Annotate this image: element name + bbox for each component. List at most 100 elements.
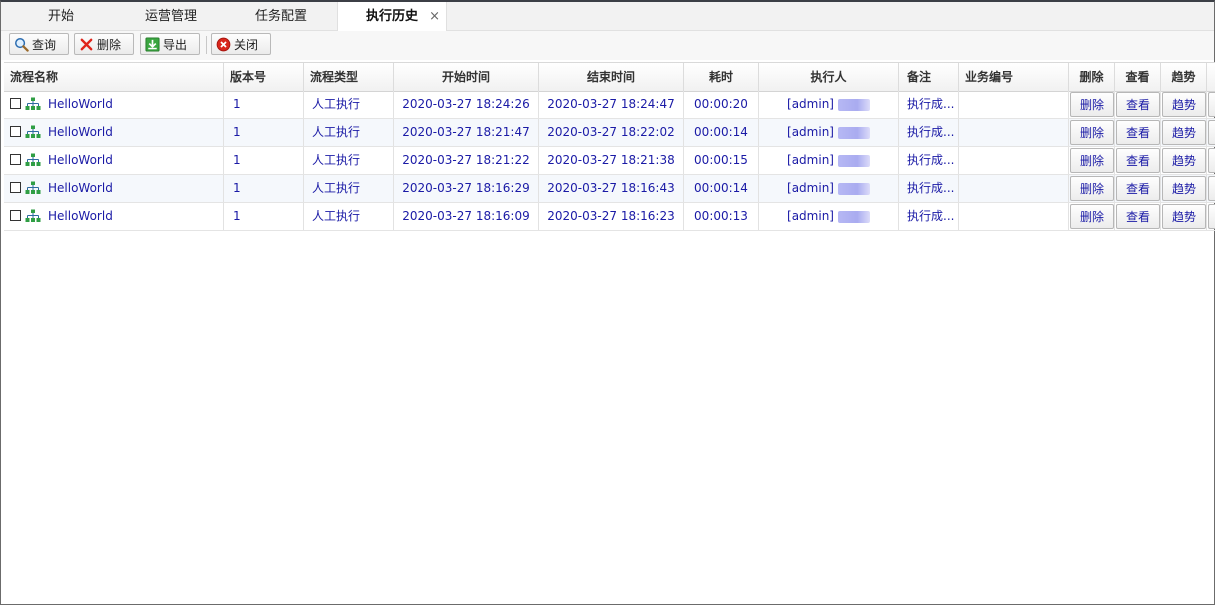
- col-type-header[interactable]: 流程类型: [304, 63, 394, 91]
- cell-name: HelloWorld: [4, 203, 224, 230]
- col-start-header[interactable]: 开始时间: [394, 63, 539, 91]
- org-chart-icon: [25, 209, 41, 222]
- tab-execution-history[interactable]: 执行历史 ×: [337, 2, 447, 31]
- flow-name-link[interactable]: HelloWorld: [48, 91, 113, 118]
- flow-name-link[interactable]: HelloWorld: [48, 203, 113, 230]
- col-delete-header[interactable]: 删除: [1069, 63, 1115, 91]
- col-version-header[interactable]: 版本号: [224, 63, 304, 91]
- table-row[interactable]: HelloWorld 1 人工执行 2020-03-27 18:24:26 20…: [4, 91, 1215, 119]
- table-row[interactable]: HelloWorld 1 人工执行 2020-03-27 18:16:29 20…: [4, 175, 1215, 203]
- close-button[interactable]: 关闭: [211, 33, 271, 55]
- flow-name-link[interactable]: HelloWorld: [48, 147, 113, 174]
- row-extra-button[interactable]: [1208, 92, 1215, 117]
- org-chart-icon: [25, 181, 41, 194]
- row-view-button[interactable]: 查看: [1116, 120, 1160, 145]
- cell-type: 人工执行: [304, 203, 394, 230]
- redacted-block: [837, 210, 870, 223]
- row-delete-button[interactable]: 删除: [1070, 148, 1114, 173]
- col-remark-header[interactable]: 备注: [899, 63, 959, 91]
- cell-view: 查看: [1115, 119, 1161, 146]
- row-extra-button[interactable]: [1208, 120, 1215, 145]
- row-view-button[interactable]: 查看: [1116, 148, 1160, 173]
- cell-trend: 趋势: [1161, 119, 1207, 146]
- col-bizno-header[interactable]: 业务编号: [959, 63, 1069, 91]
- search-icon: [15, 38, 29, 52]
- org-chart-icon: [25, 97, 41, 110]
- row-delete-button[interactable]: 删除: [1070, 176, 1114, 201]
- cell-executor: [admin]: [759, 175, 899, 202]
- row-trend-button[interactable]: 趋势: [1162, 120, 1206, 145]
- query-button[interactable]: 查询: [9, 33, 69, 55]
- tab-close-icon[interactable]: ×: [429, 2, 440, 32]
- row-extra-button[interactable]: [1208, 204, 1215, 229]
- table-row[interactable]: HelloWorld 1 人工执行 2020-03-27 18:21:22 20…: [4, 147, 1215, 175]
- cell-version: 1: [224, 175, 304, 202]
- grid-header: 流程名称 版本号 流程类型 开始时间 结束时间 耗时 执行人 备注 业务编号 删…: [4, 62, 1215, 92]
- cell-delete: 删除: [1069, 147, 1115, 174]
- cell-remark: 执行成...: [899, 91, 959, 118]
- cell-start-time: 2020-03-27 18:24:26: [394, 91, 539, 118]
- row-checkbox[interactable]: [10, 154, 21, 165]
- cell-bizno: [959, 91, 1069, 118]
- row-checkbox[interactable]: [10, 182, 21, 193]
- cell-name: HelloWorld: [4, 175, 224, 202]
- col-executor-header[interactable]: 执行人: [759, 63, 899, 91]
- cell-extra: [1207, 175, 1215, 202]
- col-name-header[interactable]: 流程名称: [4, 63, 224, 91]
- cell-bizno: [959, 119, 1069, 146]
- row-trend-button[interactable]: 趋势: [1162, 204, 1206, 229]
- cell-view: 查看: [1115, 203, 1161, 230]
- cell-executor: [admin]: [759, 119, 899, 146]
- row-checkbox[interactable]: [10, 126, 21, 137]
- tab-start[interactable]: 开始: [11, 2, 111, 30]
- row-extra-button[interactable]: [1208, 148, 1215, 173]
- cell-view: 查看: [1115, 91, 1161, 118]
- redacted-block: [837, 154, 870, 167]
- delete-label: 删除: [97, 38, 122, 52]
- row-extra-button[interactable]: [1208, 176, 1215, 201]
- cell-end-time: 2020-03-27 18:16:23: [539, 203, 684, 230]
- executor-name: [admin]: [787, 181, 834, 195]
- cell-type: 人工执行: [304, 91, 394, 118]
- executor-name: [admin]: [787, 97, 834, 111]
- tab-task-config[interactable]: 任务配置: [229, 2, 333, 30]
- row-checkbox[interactable]: [10, 98, 21, 109]
- flow-name-link[interactable]: HelloWorld: [48, 175, 113, 202]
- cell-delete: 删除: [1069, 91, 1115, 118]
- tab-label: 执行历史: [366, 9, 419, 24]
- cell-extra: [1207, 119, 1215, 146]
- row-trend-button[interactable]: 趋势: [1162, 176, 1206, 201]
- cell-remark: 执行成...: [899, 175, 959, 202]
- table-row[interactable]: HelloWorld 1 人工执行 2020-03-27 18:16:09 20…: [4, 203, 1215, 231]
- cell-extra: [1207, 203, 1215, 230]
- row-view-button[interactable]: 查看: [1116, 176, 1160, 201]
- cell-version: 1: [224, 91, 304, 118]
- row-checkbox[interactable]: [10, 210, 21, 221]
- row-view-button[interactable]: 查看: [1116, 204, 1160, 229]
- row-delete-button[interactable]: 删除: [1070, 204, 1114, 229]
- cell-end-time: 2020-03-27 18:16:43: [539, 175, 684, 202]
- cell-extra: [1207, 147, 1215, 174]
- row-view-button[interactable]: 查看: [1116, 92, 1160, 117]
- col-duration-header[interactable]: 耗时: [684, 63, 759, 91]
- row-trend-button[interactable]: 趋势: [1162, 148, 1206, 173]
- col-view-header[interactable]: 查看: [1115, 63, 1161, 91]
- col-end-header[interactable]: 结束时间: [539, 63, 684, 91]
- cell-name: HelloWorld: [4, 147, 224, 174]
- export-button[interactable]: 导出: [140, 33, 200, 55]
- flow-name-link[interactable]: HelloWorld: [48, 119, 113, 146]
- cell-start-time: 2020-03-27 18:16:29: [394, 175, 539, 202]
- delete-button[interactable]: 删除: [74, 33, 134, 55]
- tab-operations[interactable]: 运营管理: [119, 2, 223, 30]
- col-trend-header[interactable]: 趋势: [1161, 63, 1207, 91]
- row-trend-button[interactable]: 趋势: [1162, 92, 1206, 117]
- row-delete-button[interactable]: 删除: [1070, 92, 1114, 117]
- redacted-block: [837, 182, 870, 195]
- cell-version: 1: [224, 119, 304, 146]
- cell-executor: [admin]: [759, 203, 899, 230]
- cell-view: 查看: [1115, 175, 1161, 202]
- row-delete-button[interactable]: 删除: [1070, 120, 1114, 145]
- cell-type: 人工执行: [304, 147, 394, 174]
- executor-name: [admin]: [787, 153, 834, 167]
- table-row[interactable]: HelloWorld 1 人工执行 2020-03-27 18:21:47 20…: [4, 119, 1215, 147]
